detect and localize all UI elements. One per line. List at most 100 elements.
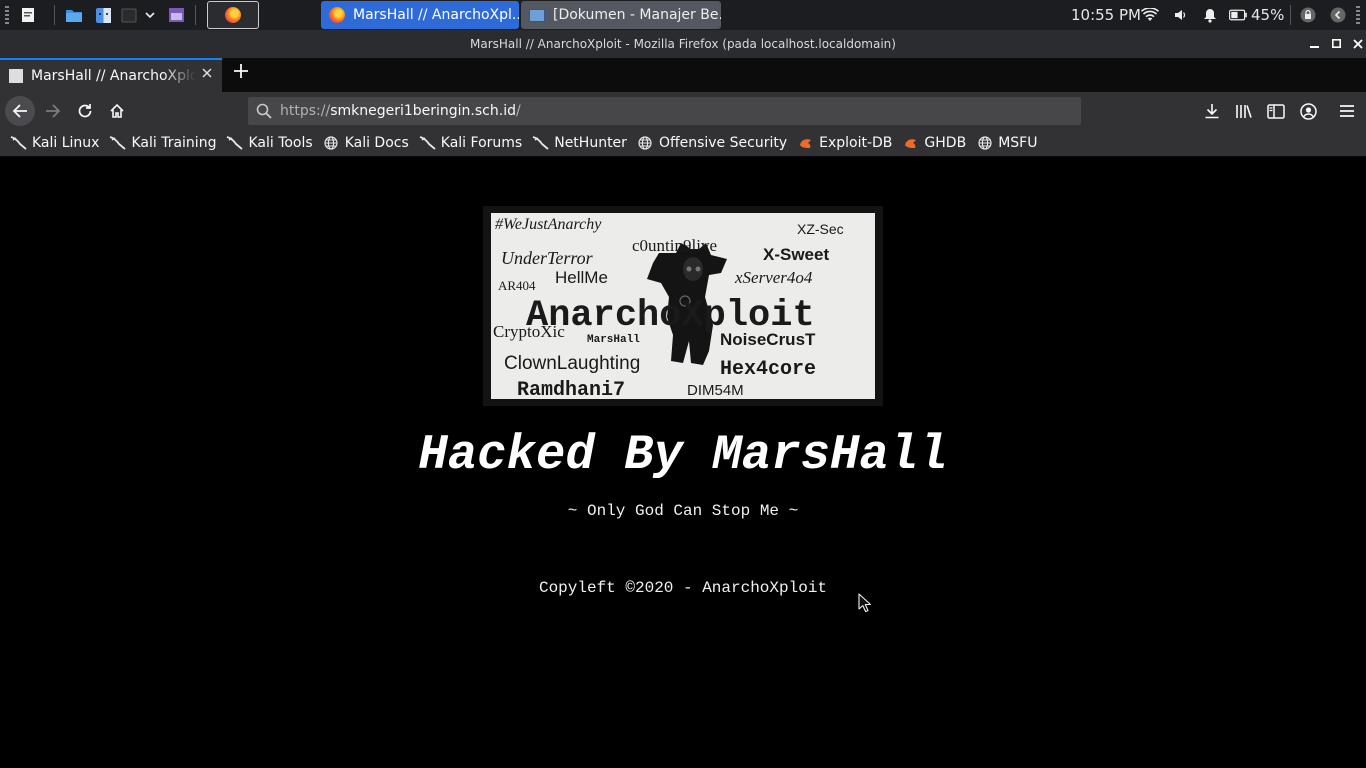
task-title: [Dokumen - Manajer Be... — [553, 7, 721, 23]
file-manager-icon[interactable] — [65, 6, 83, 24]
anarchoxploit-logo: #WeJustAnarchy XZ-Sec c0untin9live X-Sweet U… — [491, 213, 875, 399]
bookmark-label: GHDB — [924, 135, 967, 151]
logo-word: MarsHall — [587, 334, 640, 346]
bookmark-label: NetHunter — [554, 135, 627, 151]
logo-word: HellMe — [555, 268, 608, 287]
exploit-db-icon — [902, 136, 919, 150]
logo-word: X-Sweet — [763, 245, 829, 264]
firefox-launcher[interactable] — [207, 1, 259, 29]
downloads-icon[interactable] — [1202, 101, 1222, 121]
bookmark-label: Exploit-DB — [819, 135, 893, 151]
task-title: MarsHall // AnarchoXpl... — [353, 7, 519, 23]
battery-icon[interactable] — [1229, 6, 1247, 24]
url-path: / — [515, 103, 521, 119]
page-heading: Hacked By MarsHall — [418, 427, 948, 483]
url-bar[interactable]: https://smknegeri1beringin.sch.id / — [248, 97, 1081, 125]
bookmark-ghdb[interactable]: GHDB — [902, 135, 966, 151]
logo-word: Ramdhani7 — [517, 379, 625, 399]
bookmark-label: Kali Docs — [344, 135, 409, 151]
exploit-db-icon — [797, 136, 814, 150]
search-icon — [256, 103, 272, 119]
web-page: #WeJustAnarchy XZ-Sec c0untin9live X-Sweet U… — [0, 157, 1366, 768]
logo-word: Hex4core — [720, 358, 816, 381]
logo-word: UnderTerror — [501, 248, 594, 268]
tab-title: MarsHall // AnarchoXploit — [31, 68, 196, 84]
logo-word: #WeJustAnarchy — [495, 216, 602, 233]
bookmark-label: Kali Linux — [32, 135, 100, 151]
globe-icon — [976, 136, 993, 150]
firefox-icon — [329, 7, 345, 23]
sidebar-toggle-icon[interactable] — [1266, 101, 1286, 121]
bookmark-offensive-security[interactable]: Offensive Security — [637, 135, 787, 151]
logo-word: AR404 — [498, 278, 536, 293]
logo-word: ClownLaughting — [504, 353, 640, 374]
screenshot-tool-icon[interactable] — [167, 6, 185, 24]
back-arrow-icon[interactable] — [1329, 6, 1347, 24]
volume-icon[interactable] — [1171, 6, 1189, 24]
logo-word: DIM54M — [687, 382, 744, 399]
back-button[interactable] — [5, 96, 35, 126]
globe-icon — [637, 136, 654, 150]
bookmark-kali-linux[interactable]: Kali Linux — [10, 135, 99, 151]
logo-word: XZ-Sec — [797, 221, 844, 237]
window-titlebar[interactable]: MarsHall // AnarchoXploit - Mozilla Fire… — [0, 30, 1366, 58]
wifi-icon[interactable] — [1141, 6, 1159, 24]
folder-window-icon — [529, 8, 545, 22]
grip-handle-icon[interactable] — [1356, 6, 1360, 24]
finder-icon[interactable] — [94, 6, 112, 24]
globe-icon — [323, 136, 340, 150]
logo-word: NoiseCrusT — [720, 330, 816, 349]
bookmark-label: Kali Training — [131, 135, 217, 151]
bookmark-kali-tools[interactable]: Kali Tools — [226, 135, 313, 151]
os-taskbar: MarsHall // AnarchoXpl... [Dokumen - Man… — [0, 0, 1366, 30]
lock-icon[interactable] — [1299, 6, 1317, 24]
bookmark-label: MSFU — [998, 135, 1038, 151]
minimize-button[interactable] — [1306, 30, 1322, 58]
page-favicon-icon — [9, 69, 23, 83]
logo-word: c0untin9live — [632, 236, 717, 255]
kali-dragon-icon — [10, 136, 27, 150]
kali-dragon-icon — [109, 136, 127, 150]
chevron-down-icon[interactable] — [141, 6, 159, 24]
firefox-icon — [225, 7, 241, 23]
grip-handle-icon[interactable] — [5, 6, 9, 24]
bookmark-kali-forums[interactable]: Kali Forums — [419, 135, 522, 151]
logo-word: xServer4o4 — [734, 268, 813, 287]
battery-percent: 45% — [1251, 6, 1285, 24]
terminal-icon[interactable] — [120, 6, 138, 24]
bookmark-msfu[interactable]: MSFU — [976, 135, 1037, 151]
home-button[interactable] — [102, 96, 132, 126]
bookmark-kali-docs[interactable]: Kali Docs — [323, 135, 409, 151]
kali-dragon-icon — [532, 136, 549, 150]
new-tab-button[interactable] — [230, 62, 252, 86]
logo-word: CryptoXic — [493, 322, 565, 341]
forward-button[interactable] — [38, 96, 68, 126]
text-editor-icon[interactable] — [19, 6, 37, 24]
bookmark-kali-training[interactable]: Kali Training — [109, 135, 216, 151]
reload-button[interactable] — [70, 96, 100, 126]
task-button-firefox[interactable]: MarsHall // AnarchoXpl... — [321, 1, 519, 29]
navigation-toolbar: https://smknegeri1beringin.sch.id / — [0, 92, 1366, 130]
copyleft-footer: Copyleft ©2020 - AnarchoXploit — [538, 579, 828, 597]
url-protocol: https:// — [280, 103, 331, 119]
window-title: MarsHall // AnarchoXploit - Mozilla Fire… — [470, 37, 896, 51]
task-button-file-manager[interactable]: [Dokumen - Manajer Be... — [521, 1, 721, 29]
kali-dragon-icon — [226, 136, 244, 150]
anarchoxploit-banner: #WeJustAnarchy XZ-Sec c0untin9live X-Sweet U… — [483, 206, 883, 406]
library-icon[interactable] — [1234, 101, 1254, 121]
account-icon[interactable] — [1298, 101, 1318, 121]
tab-marshall[interactable]: MarsHall // AnarchoXploit — [0, 58, 222, 92]
tab-strip: MarsHall // AnarchoXploit — [0, 58, 1366, 92]
maximize-button[interactable] — [1328, 30, 1344, 58]
bookmark-exploit-db[interactable]: Exploit-DB — [797, 135, 892, 151]
bell-icon[interactable] — [1201, 6, 1219, 24]
bookmark-nethunter[interactable]: NetHunter — [532, 135, 627, 151]
close-tab-button[interactable] — [198, 64, 216, 82]
clock[interactable]: 10:55 PM — [1071, 6, 1141, 24]
bookmark-label: Kali Forums — [440, 135, 523, 151]
hamburger-menu-icon[interactable] — [1337, 101, 1357, 121]
tagline: ~ Only God Can Stop Me ~ — [567, 502, 799, 520]
bookmark-label: Kali Tools — [248, 135, 313, 151]
url-host: smknegeri1beringin.sch.id — [330, 103, 516, 119]
close-window-button[interactable] — [1350, 30, 1366, 58]
